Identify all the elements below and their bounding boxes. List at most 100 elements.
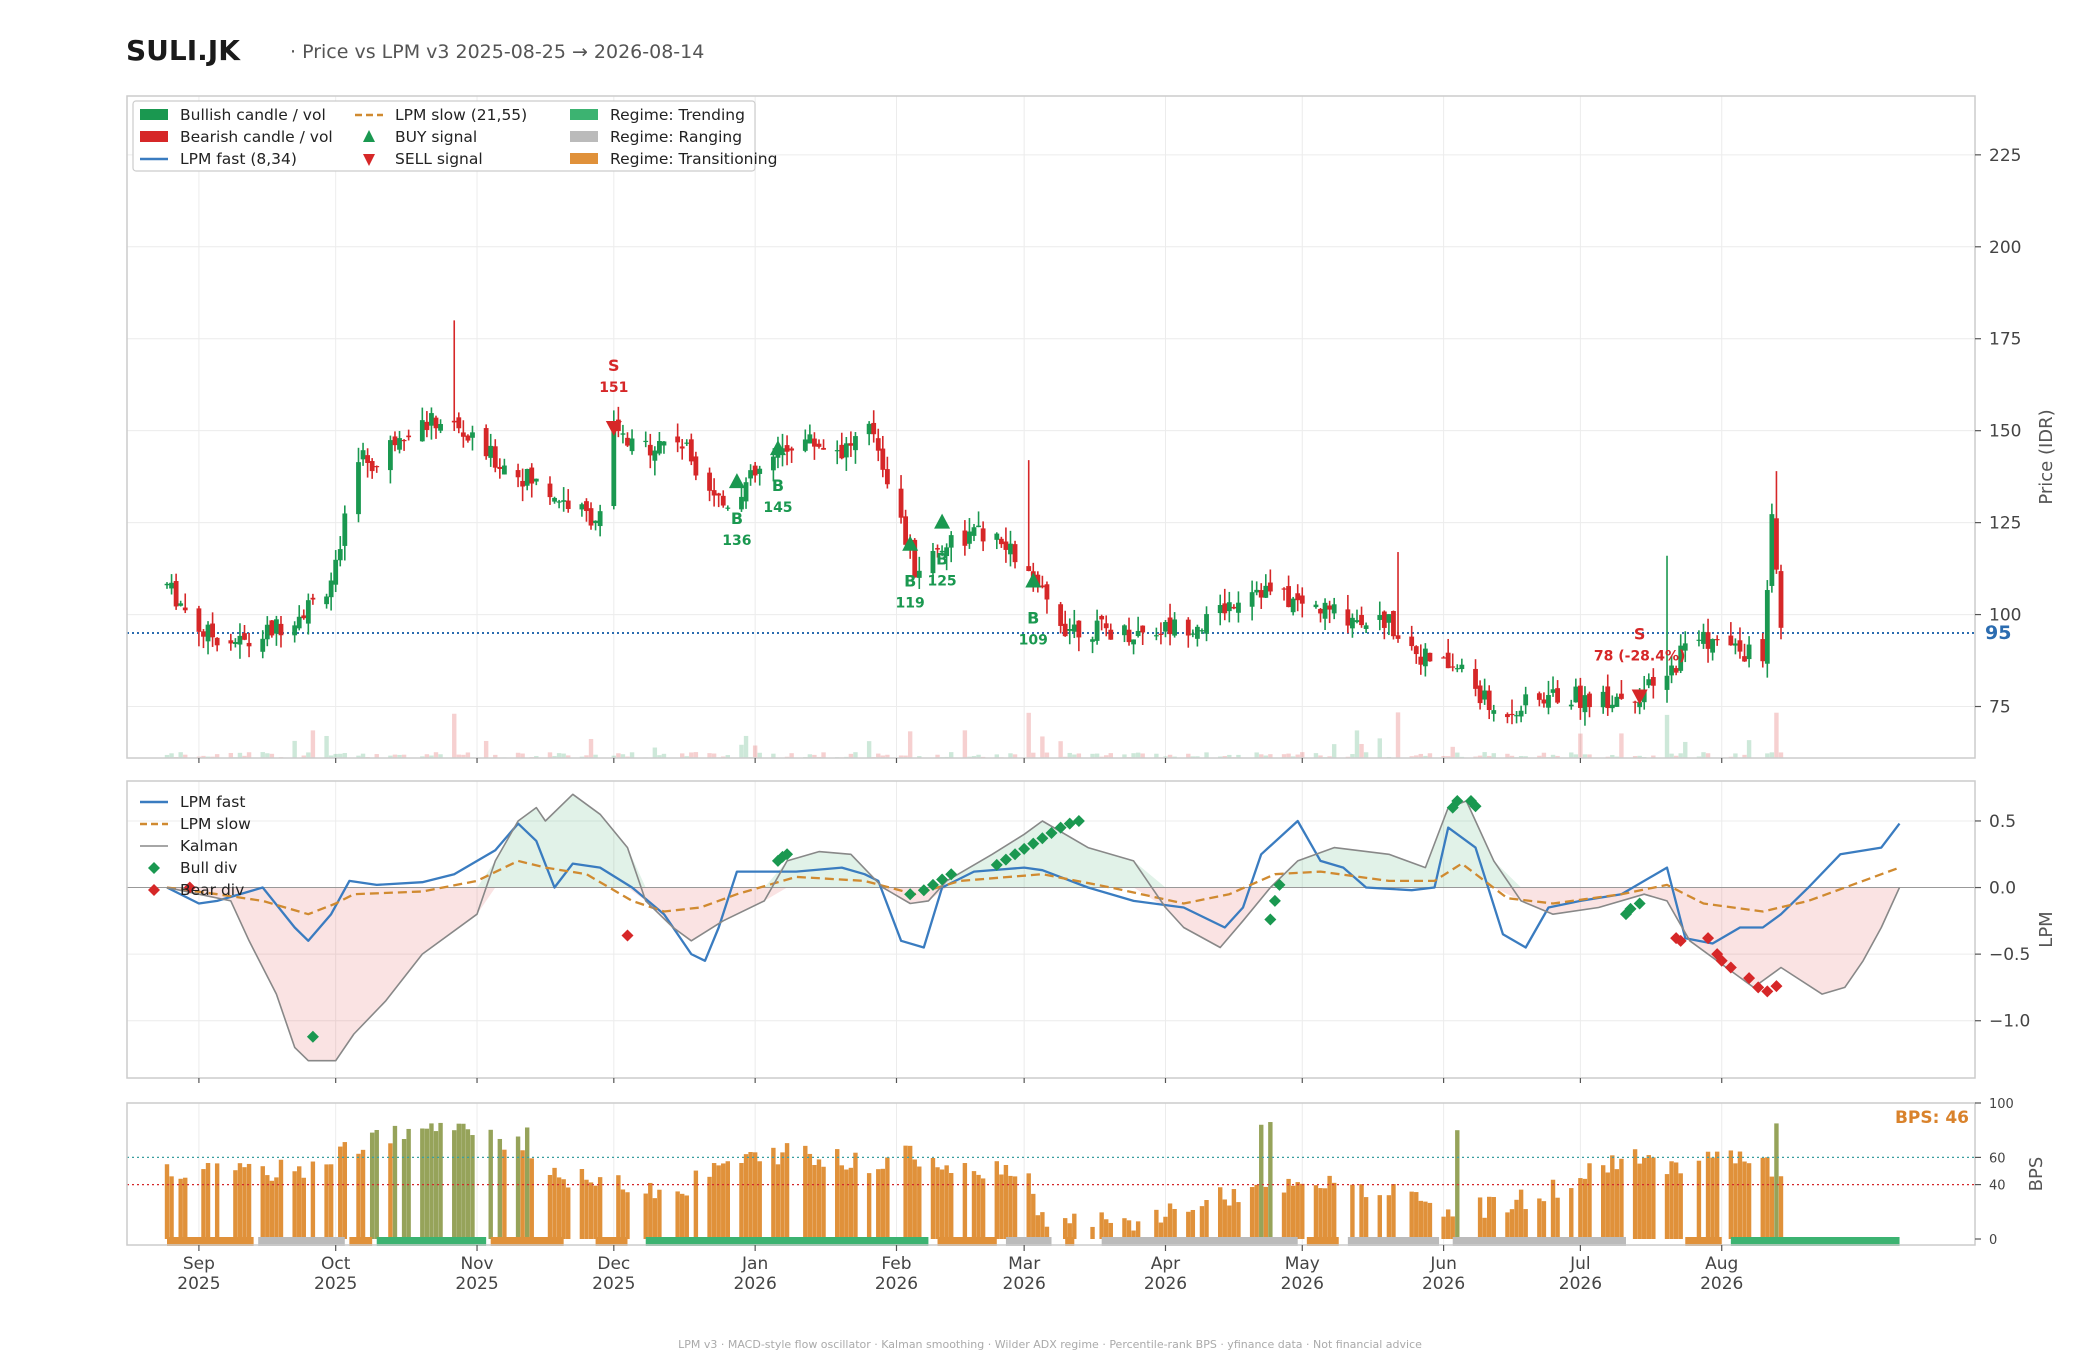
x-tick-year: 2025 — [592, 1274, 635, 1294]
bps-bar — [1249, 1187, 1255, 1239]
bps-bar — [1582, 1178, 1588, 1239]
candle-body — [1226, 602, 1232, 612]
candle-body — [1774, 518, 1779, 570]
bps-bar — [1445, 1209, 1451, 1239]
candle-body — [1281, 588, 1287, 590]
bps-bar — [328, 1164, 334, 1239]
buy-signal-price: 136 — [722, 533, 751, 549]
bps-bar — [725, 1161, 730, 1239]
volume-bar — [547, 752, 553, 758]
candle-body — [1459, 664, 1465, 670]
candle-body — [1701, 631, 1706, 644]
bps-bar — [1104, 1219, 1109, 1239]
bps-bar — [1737, 1151, 1743, 1239]
candle-body — [707, 472, 712, 491]
bps-bar — [1705, 1151, 1711, 1239]
buy-signal-price: 125 — [927, 574, 956, 590]
bps-bar — [939, 1169, 945, 1239]
bps-bar — [456, 1123, 461, 1239]
volume-bar — [588, 738, 594, 758]
lpm-axis-ticks: −1.0 −0.5 0.0 0.5 — [1975, 812, 2030, 1032]
x-tick-year: 2025 — [314, 1274, 357, 1294]
bps-bar — [1259, 1124, 1264, 1239]
bps-bar — [625, 1192, 630, 1239]
candle-body — [1126, 629, 1132, 643]
candle-body — [1190, 633, 1196, 635]
candle-body — [1026, 566, 1032, 572]
volume-bar — [629, 752, 635, 758]
candle-body — [757, 468, 763, 474]
bps-bar — [1154, 1209, 1159, 1239]
candle-body — [802, 439, 808, 451]
candle-body — [214, 637, 220, 646]
volume-bar — [1254, 752, 1259, 758]
bps-bar — [1765, 1157, 1770, 1239]
candle-body — [201, 631, 206, 637]
candle-body — [848, 443, 854, 446]
candle-body — [643, 440, 649, 443]
x-tick-month: Dec — [597, 1254, 630, 1274]
bps-bar — [1222, 1199, 1227, 1239]
candle-body — [994, 533, 1000, 540]
bps-bar — [461, 1123, 466, 1239]
candle-body — [483, 428, 489, 457]
bps-bar — [935, 1167, 940, 1239]
buy-signal-letter: B — [1027, 608, 1039, 627]
bps-bar — [1491, 1197, 1496, 1239]
bps-bar — [775, 1164, 781, 1239]
candle-body — [652, 450, 658, 461]
bps-bar — [169, 1176, 174, 1239]
buy-signal-letter: B — [936, 550, 948, 569]
bps-bar — [1578, 1178, 1583, 1239]
bps-bar — [424, 1128, 430, 1239]
candle-body — [898, 488, 904, 518]
candle-body — [679, 446, 685, 449]
candle-body — [456, 417, 462, 429]
bps-bar — [1710, 1157, 1715, 1239]
bps-bar — [1746, 1163, 1752, 1239]
bps-bar — [1163, 1216, 1168, 1239]
candle-body — [292, 625, 298, 636]
y-tick-label: 60 — [1989, 1151, 2006, 1166]
bps-bar — [1769, 1176, 1775, 1239]
candle-body — [369, 461, 375, 472]
candle-body — [976, 525, 981, 528]
bps-bar — [1632, 1149, 1638, 1239]
candle-body — [1710, 639, 1716, 653]
candle-body — [533, 478, 539, 482]
bps-bar — [1167, 1203, 1173, 1239]
candle-body — [1582, 695, 1588, 713]
candle-body — [629, 438, 635, 452]
volume-bar — [465, 752, 471, 758]
volume-bar — [962, 730, 968, 758]
bps-bar — [835, 1149, 840, 1239]
bps-bar — [1523, 1209, 1528, 1239]
candle-body — [1555, 688, 1560, 703]
candle-body — [1377, 615, 1383, 620]
x-tick-year: 2026 — [1559, 1274, 1602, 1294]
bps-bar — [721, 1163, 726, 1239]
bps-bar — [401, 1139, 407, 1239]
bps-bar — [816, 1159, 822, 1239]
volume-bar — [1359, 743, 1364, 758]
candle-body — [552, 497, 557, 502]
bull-divergence-marker — [1633, 897, 1646, 910]
legend-swatch — [140, 131, 168, 142]
candle-body — [1062, 623, 1068, 637]
bps-bar — [1414, 1192, 1419, 1239]
volume-bar — [1619, 733, 1624, 758]
candle-body — [657, 440, 662, 454]
candle-body — [1733, 643, 1738, 646]
candle-body — [388, 440, 393, 471]
x-tick-month: Aug — [1705, 1254, 1738, 1274]
candle-body — [1354, 620, 1360, 623]
candle-body — [1313, 604, 1319, 608]
bps-bar — [853, 1152, 858, 1239]
legend-swatch — [570, 131, 598, 142]
candle-body — [1350, 617, 1355, 629]
volume-bar — [237, 752, 243, 758]
candle-body — [1646, 679, 1652, 686]
candle-body — [1445, 652, 1451, 669]
bps-bar — [342, 1142, 348, 1239]
legend-label: Regime: Trending — [610, 106, 745, 124]
